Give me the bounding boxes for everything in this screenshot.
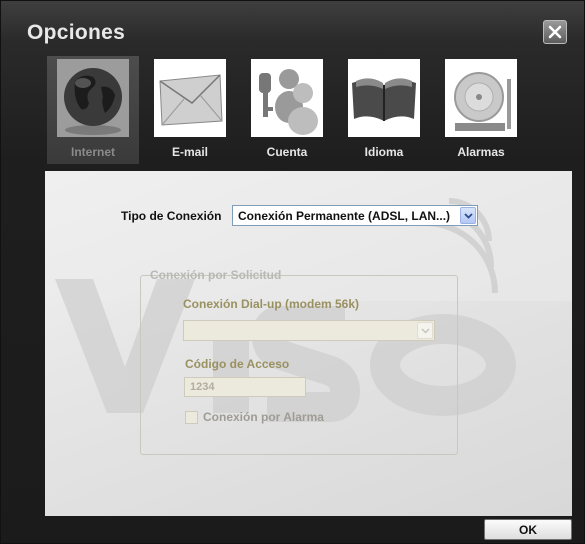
tab-internet-label: Internet: [70, 145, 115, 159]
tipo-conexion-select[interactable]: Conexión Permanente (ADSL, LAN...): [232, 205, 478, 226]
options-window: Opciones Internet E-mail Cuenta Idioma A…: [0, 0, 585, 544]
chevron-down-icon[interactable]: [460, 207, 476, 224]
conexion-solicitud-legend: Conexión por Solicitud: [150, 268, 282, 282]
conexion-alarma-label: Conexión por Alarma: [203, 410, 324, 424]
codigo-acceso-input[interactable]: 1234: [184, 377, 306, 397]
book-icon: [348, 59, 420, 137]
ok-button-label: OK: [519, 523, 537, 537]
ok-button[interactable]: OK: [484, 519, 572, 540]
codigo-acceso-label: Código de Acceso: [185, 357, 290, 371]
tab-alarmas-label: Alarmas: [457, 145, 505, 159]
tab-cuenta-label: Cuenta: [266, 145, 308, 159]
tipo-conexion-value: Conexión Permanente (ADSL, LAN...): [238, 209, 451, 223]
close-icon: [548, 25, 562, 39]
chevron-down-icon[interactable]: [417, 322, 433, 339]
conexion-alarma-checkbox[interactable]: [185, 411, 198, 424]
tab-internet[interactable]: Internet: [47, 56, 139, 164]
tab-idioma[interactable]: Idioma: [338, 56, 430, 164]
globe-icon: [57, 59, 129, 137]
tab-idioma-label: Idioma: [364, 145, 404, 159]
tipo-conexion-label: Tipo de Conexión: [121, 209, 222, 223]
tab-cuenta[interactable]: Cuenta: [241, 56, 333, 164]
tab-email-label: E-mail: [171, 145, 208, 159]
envelope-icon: [154, 59, 226, 137]
tab-email[interactable]: E-mail: [144, 56, 236, 164]
bell-icon: [445, 59, 517, 137]
close-button[interactable]: [543, 20, 567, 44]
tab-alarmas[interactable]: Alarmas: [435, 56, 527, 164]
dialup-select[interactable]: [183, 320, 435, 341]
internet-settings-panel: Tipo de Conexión Conexión Permanente (AD…: [45, 171, 572, 516]
dialup-label: Conexión Dial-up (modem 56k): [183, 297, 360, 311]
window-title: Opciones: [27, 21, 126, 44]
users-key-icon: [251, 59, 323, 137]
